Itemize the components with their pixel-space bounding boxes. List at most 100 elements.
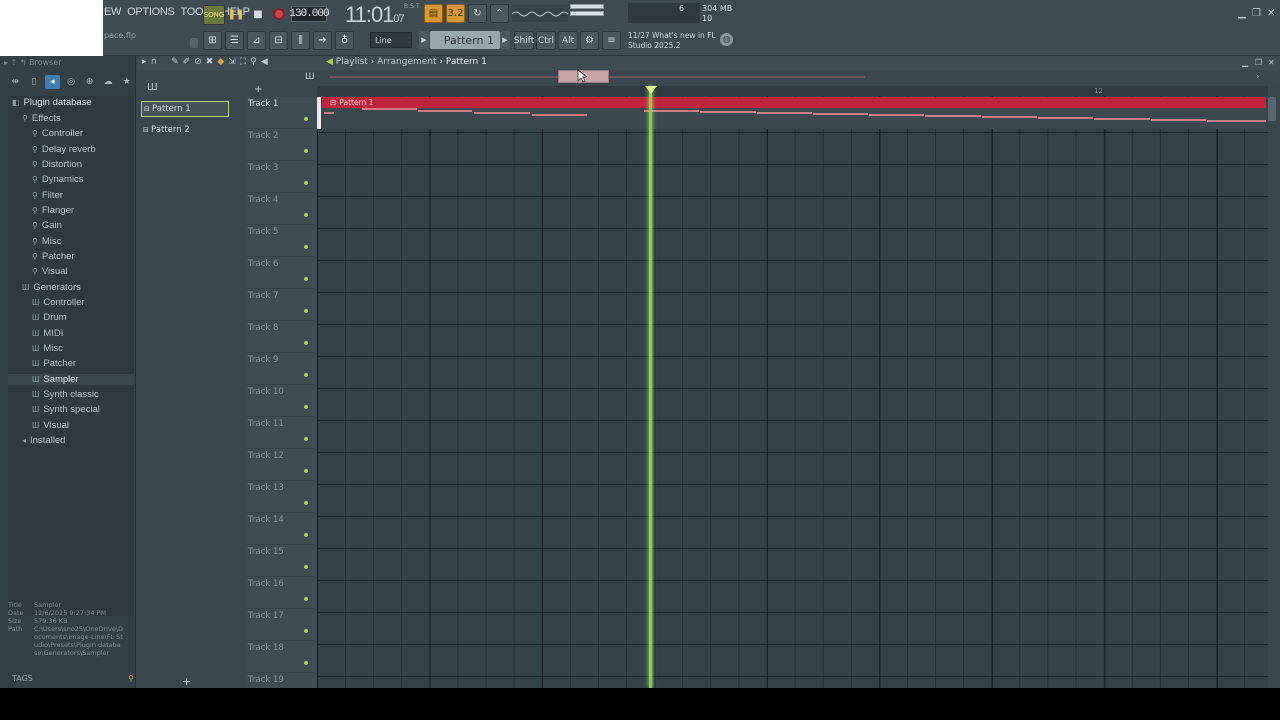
tree-item-plugin-database[interactable]: ◧ Plugin database: [12, 97, 92, 108]
delete-icon[interactable]: ⊘: [194, 57, 202, 67]
pattern-prev-icon[interactable]: ▶: [419, 31, 429, 49]
track-header[interactable]: Track 8: [247, 321, 315, 353]
search-icon[interactable]: ⚲: [128, 674, 134, 683]
shift-key-button[interactable]: Shift: [514, 31, 534, 50]
track-header[interactable]: Track 17: [247, 609, 315, 641]
minimize-icon[interactable]: ▁: [1238, 8, 1246, 19]
track-header[interactable]: Track 15: [247, 545, 315, 577]
sound-icon[interactable]: ◎: [64, 75, 79, 89]
track-header[interactable]: Track 10: [247, 385, 315, 417]
star-icon[interactable]: ★: [119, 75, 134, 89]
track-mute-led[interactable]: [304, 341, 308, 345]
metronome-icon[interactable]: ▤: [424, 4, 443, 23]
track-header[interactable]: Track 6: [247, 257, 315, 289]
mute-icon[interactable]: ✖: [206, 57, 214, 67]
song-mode-button[interactable]: SONG: [203, 5, 225, 25]
track-header[interactable]: Track 13: [247, 481, 315, 513]
playhead-marker[interactable]: [645, 86, 657, 94]
track-header[interactable]: Track 2: [247, 129, 315, 161]
close-icon[interactable]: ✕: [1267, 8, 1275, 19]
playlist-overview[interactable]: [317, 70, 1268, 86]
track-header[interactable]: Track 19: [247, 673, 315, 688]
pencil-icon[interactable]: ✎: [171, 57, 179, 67]
track-mute-led[interactable]: [304, 309, 308, 313]
snap-selector[interactable]: Line: [370, 32, 412, 48]
collapse-icon[interactable]: ⇹: [8, 75, 23, 89]
track-header[interactable]: Track 5: [247, 225, 315, 257]
track-mute-led[interactable]: [304, 277, 308, 281]
record-button[interactable]: [269, 5, 289, 23]
track-mute-led[interactable]: [304, 501, 308, 505]
pattern-next-icon[interactable]: ▶: [500, 31, 510, 49]
loop-record-icon[interactable]: ↻: [468, 4, 487, 23]
track-header[interactable]: Track 11: [247, 417, 315, 449]
track-mute-led[interactable]: [304, 597, 308, 601]
news-icon[interactable]: ≡: [602, 31, 621, 50]
zoom-icon[interactable]: ⚲: [250, 57, 257, 67]
globe-icon[interactable]: ◍: [720, 33, 733, 46]
track-mute-led[interactable]: [304, 533, 308, 537]
tree-item-sampler[interactable]: Ш Sampler: [8, 374, 134, 385]
add-track-icon[interactable]: +: [254, 84, 262, 95]
slice-icon[interactable]: ⇲: [228, 57, 236, 67]
arrangement-grid[interactable]: [317, 86, 1268, 688]
timeline-ruler[interactable]: [317, 86, 1268, 96]
plugin-icon[interactable]: ◂: [45, 75, 60, 89]
tree-item-patcher[interactable]: ⚲ Patcher: [32, 251, 75, 262]
track-header[interactable]: Track 18: [247, 641, 315, 673]
pattern-clip[interactable]: ⊟ Pattern 1: [322, 97, 1266, 129]
slip-icon[interactable]: ◆: [217, 57, 224, 67]
step-edit-icon[interactable]: ⌃: [490, 4, 509, 23]
tree-item-gain[interactable]: ⚲ Gain: [32, 220, 62, 231]
playlist-minimize-icon[interactable]: ▁: [1242, 58, 1248, 67]
vertical-scroll-thumb[interactable]: [1268, 97, 1276, 121]
tree-item-filter[interactable]: ⚲ Filter: [32, 190, 63, 201]
microphone-icon[interactable]: ♁: [335, 31, 354, 50]
tempo-display[interactable]: 130.000: [289, 6, 330, 22]
tree-item-dynamics[interactable]: ⚲ Dynamics: [32, 174, 84, 185]
menu-view[interactable]: EW: [103, 6, 122, 18]
tree-item-delay-reverb[interactable]: ⚲ Delay reverb: [32, 144, 96, 155]
track-mute-led[interactable]: [304, 117, 308, 121]
track-mute-led[interactable]: [304, 181, 308, 185]
gear-icon[interactable]: ⚙: [580, 31, 599, 50]
tree-item-generators[interactable]: Ш Generators: [22, 282, 81, 293]
tree-item-distortion[interactable]: ⚲ Distortion: [32, 159, 82, 170]
track-mute-led[interactable]: [304, 213, 308, 217]
track-mute-led[interactable]: [304, 565, 308, 569]
tree-item-misc[interactable]: ⚲ Misc: [32, 236, 61, 247]
track-mute-led[interactable]: [304, 373, 308, 377]
web-icon[interactable]: ⊕: [82, 75, 97, 89]
track-header[interactable]: Track 7: [247, 289, 315, 321]
tree-item-effects[interactable]: ⚲ Effects: [22, 113, 61, 124]
playback-icon[interactable]: ◀: [261, 57, 268, 67]
add-pattern-icon[interactable]: +: [182, 675, 191, 688]
breadcrumb-pattern[interactable]: Pattern 1: [446, 57, 487, 67]
track-mute-led[interactable]: [304, 469, 308, 473]
playlist-icon[interactable]: ☰: [225, 31, 244, 50]
track-header[interactable]: Track 9: [247, 353, 315, 385]
track-header[interactable]: Track 16: [247, 577, 315, 609]
tree-item-gen-visual[interactable]: Ш Visual: [32, 420, 69, 431]
playlist-close-icon[interactable]: ✕: [1268, 58, 1275, 67]
tree-item-flanger[interactable]: ⚲ Flanger: [32, 205, 74, 216]
breadcrumb-arrangement[interactable]: Arrangement: [377, 57, 436, 67]
picker-pattern-2[interactable]: ⊟ Pattern 2: [141, 122, 229, 138]
scroll-right-icon[interactable]: ›: [1256, 72, 1260, 82]
pause-icon[interactable]: ❚❚: [226, 5, 246, 23]
track-header[interactable]: Track 3: [247, 161, 315, 193]
track-mute-led[interactable]: [304, 629, 308, 633]
alt-key-button[interactable]: Alt: [558, 31, 578, 50]
maximize-icon[interactable]: ❐: [1252, 8, 1261, 19]
tree-item-midi[interactable]: Ш MIDI: [32, 328, 63, 339]
piano-roll-icon[interactable]: ⊿: [247, 31, 266, 50]
track-header[interactable]: Track 1: [247, 97, 315, 129]
track-header[interactable]: Track 14: [247, 513, 315, 545]
track-mute-led[interactable]: [304, 245, 308, 249]
arrow-icon[interactable]: ➜: [313, 31, 332, 50]
wait-input-icon[interactable]: 3.2: [446, 4, 465, 23]
cloud-icon[interactable]: ☁: [101, 75, 116, 89]
brush-icon[interactable]: ✐: [183, 57, 191, 67]
tree-item-synth-classic[interactable]: Ш Synth classic: [32, 389, 99, 400]
tree-item-gen-misc[interactable]: Ш Misc: [32, 343, 63, 354]
